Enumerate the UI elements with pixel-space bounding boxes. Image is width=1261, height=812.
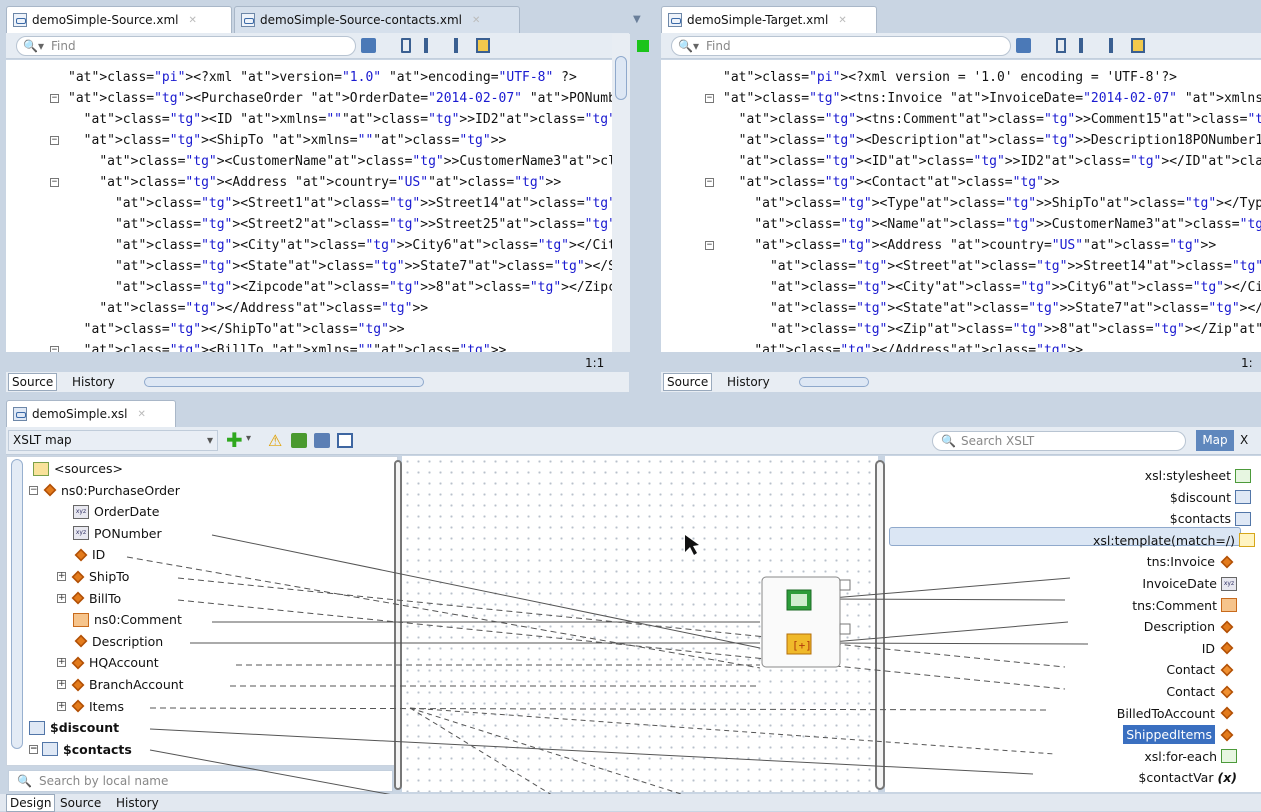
mouse-cursor	[685, 535, 699, 555]
mapping-line	[149, 728, 1034, 775]
mapping-line	[819, 577, 1071, 600]
mapping-lines: [+]	[126, 534, 1089, 801]
mapping-line	[211, 534, 761, 649]
tab-design[interactable]: Design	[6, 794, 56, 812]
mapping-line	[409, 707, 561, 801]
xsl-bottom-tabs: Design Source History	[0, 794, 1261, 812]
tab-history[interactable]: History	[112, 794, 163, 812]
mapping-line	[819, 598, 1066, 601]
mapping-line	[819, 621, 1069, 644]
mapping-line	[819, 642, 1089, 645]
svg-text:[+]: [+]	[792, 639, 812, 652]
mapping-line	[177, 599, 1066, 690]
mapping-line	[149, 707, 1051, 711]
function-box: [+]	[761, 576, 851, 668]
mapping-line	[409, 707, 701, 801]
tab-source[interactable]: Source	[56, 794, 105, 812]
mapping-line	[126, 556, 761, 669]
mapping-line	[149, 749, 421, 801]
